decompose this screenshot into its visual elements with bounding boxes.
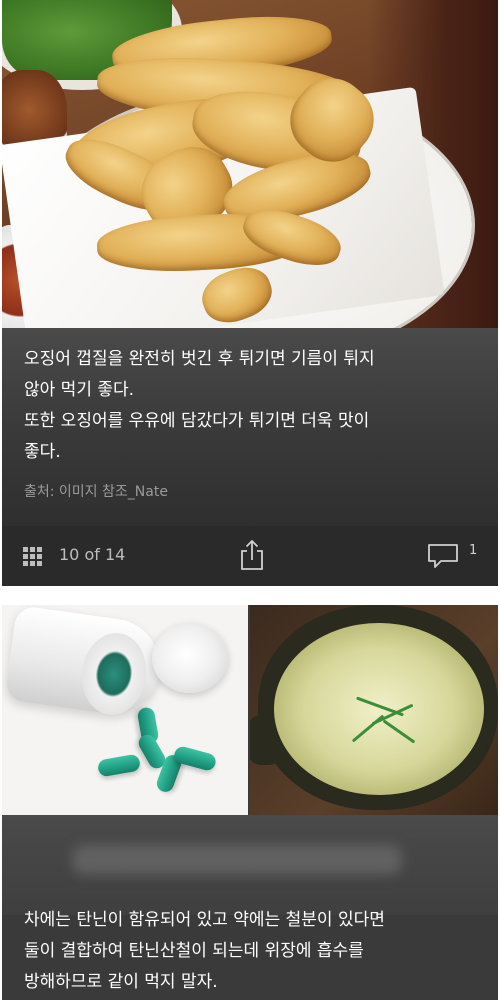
grid-icon[interactable] [23,547,43,566]
gallery-card-2: 차에는 탄닌이 함유되어 있고 약에는 철분이 있다면 둘이 결합하여 탄닌산철… [2,605,498,1000]
caption-line: 차에는 탄닌이 함유되어 있고 약에는 철분이 있다면 [24,910,385,930]
share-icon[interactable] [237,538,267,572]
caption-line: 않아 먹기 좋다. [24,380,135,400]
comment-icon[interactable] [427,542,459,570]
medicine-pills-photo[interactable] [2,605,248,815]
source-credit: 출처: 이미지 참조_Nate [24,484,168,500]
caption-line: 둘이 결합하여 탄닌산철이 되는데 위장에 흡수를 [24,941,364,961]
green-tea-photo[interactable] [250,605,498,815]
comment-count: 1 [469,543,478,558]
caption-line: 또한 오징어를 우유에 담갔다가 튀기면 더욱 맛이 [24,411,370,431]
card-toolbar: 10 of 14 1 [2,526,498,586]
caption-line: 방해하므로 같이 먹지 말자. [24,972,218,992]
fried-squid-photo[interactable] [2,0,498,328]
caption-panel: 오징어 껍질을 완전히 벗긴 후 튀기면 기름이 튀지 않아 먹기 좋다. 또한… [2,328,498,526]
gallery-card-1: 오징어 껍질을 완전히 벗긴 후 튀기면 기름이 튀지 않아 먹기 좋다. 또한… [2,0,498,586]
caption-panel-2: 차에는 탄닌이 함유되어 있고 약에는 철분이 있다면 둘이 결합하여 탄닌산철… [2,905,498,998]
caption-text: 오징어 껍질을 완전히 벗긴 후 튀기면 기름이 튀지 않아 먹기 좋다. 또한… [24,344,478,468]
page-counter: 10 of 14 [59,545,126,564]
caption-line: 오징어 껍질을 완전히 벗긴 후 튀기면 기름이 튀지 [24,349,375,369]
caption-line: 좋다. [24,442,61,462]
caption-text-2: 차에는 탄닌이 함유되어 있고 약에는 철분이 있다면 둘이 결합하여 탄닌산철… [24,905,478,998]
blurred-title-band [2,815,498,915]
